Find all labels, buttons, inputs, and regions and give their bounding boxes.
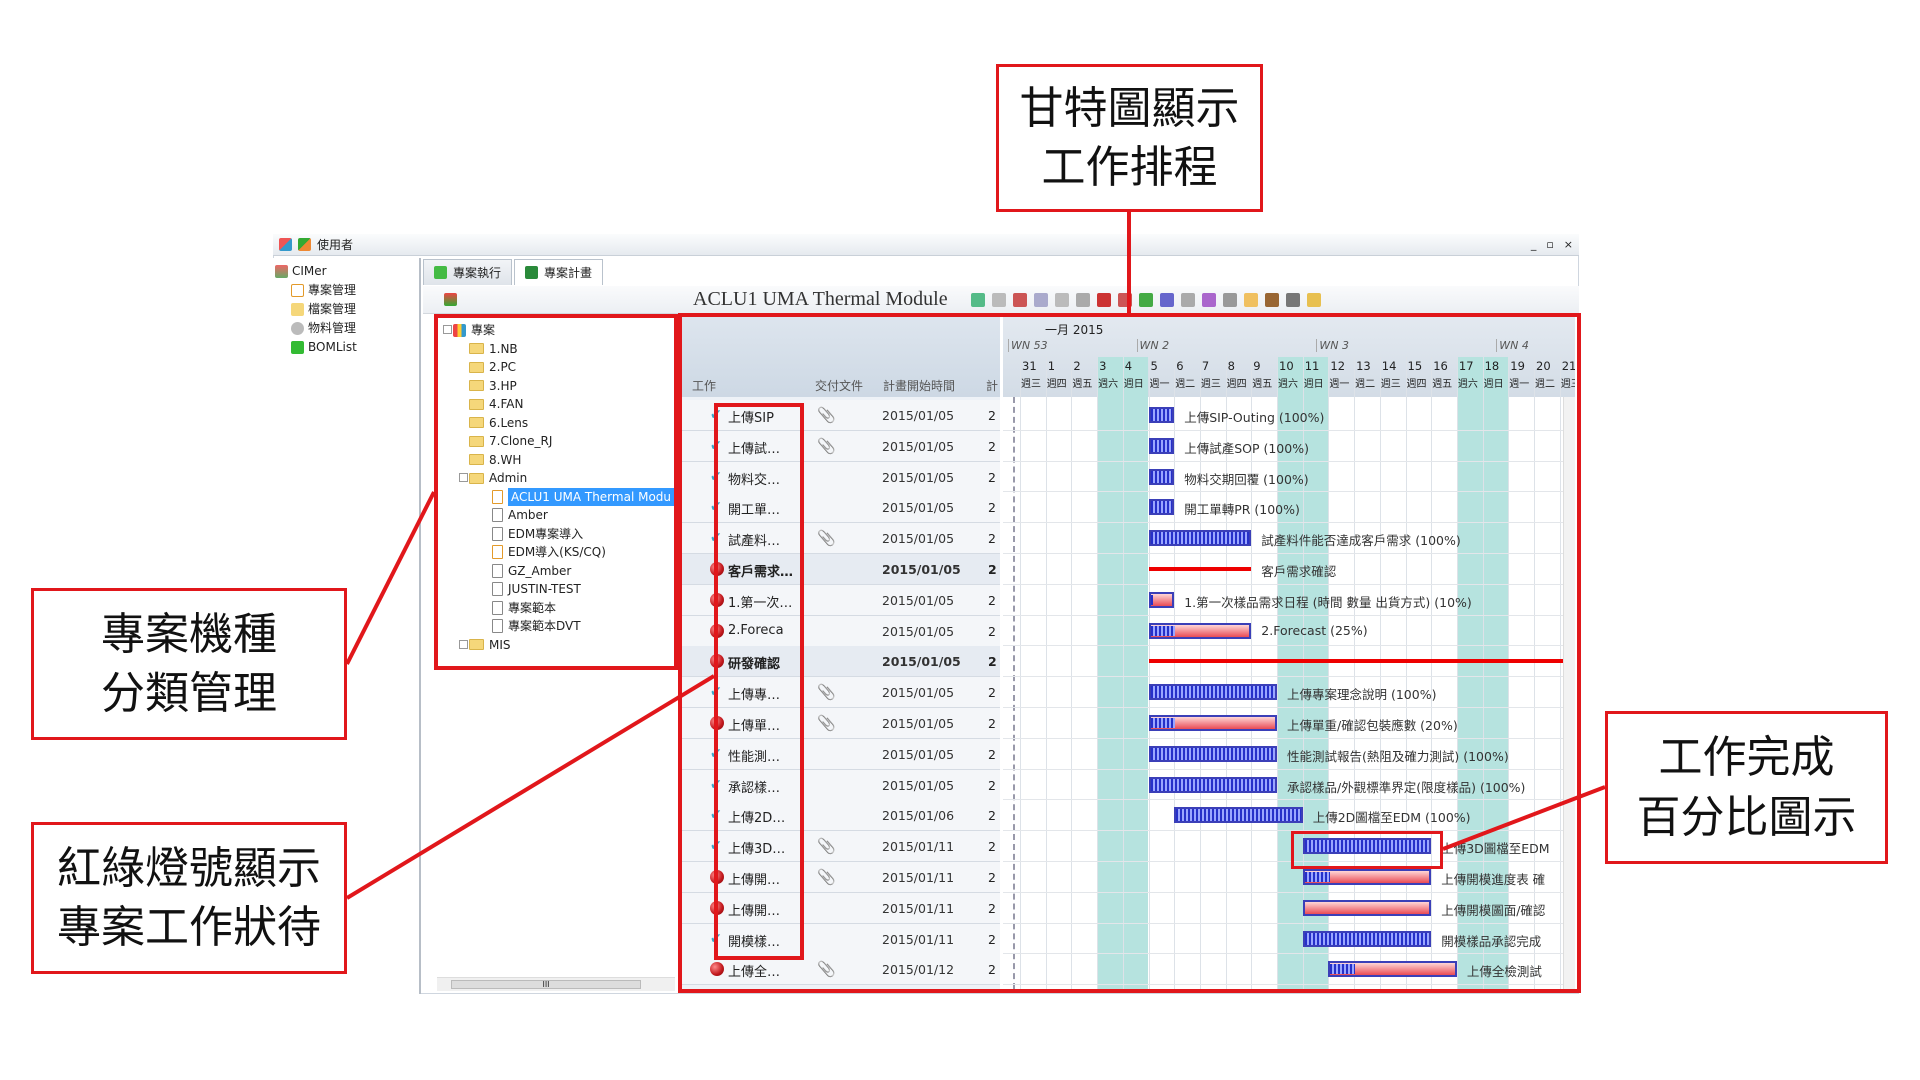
callout-line: 專案機種	[101, 608, 277, 660]
callout-line: 甘特圖顯示	[1019, 82, 1240, 134]
callout-gantt: 甘特圖顯示 工作排程	[996, 64, 1263, 212]
callout-tree: 專案機種 分類管理	[31, 588, 347, 740]
callout-status: 紅綠燈號顯示 專案工作狀待	[31, 822, 347, 974]
callout-line: 紅綠燈號顯示	[57, 842, 321, 894]
callout-line: 百分比圖示	[1636, 791, 1857, 843]
callout-percent: 工作完成 百分比圖示	[1605, 711, 1888, 864]
tree-connector	[345, 491, 436, 665]
percent-connector	[1442, 785, 1606, 851]
callout-line: 工作排程	[1041, 142, 1218, 193]
callout-line: 分類管理	[101, 668, 277, 719]
callout-line: 專案工作狀待	[57, 902, 321, 953]
callout-line: 工作完成	[1658, 732, 1835, 784]
status-connector	[345, 674, 716, 900]
